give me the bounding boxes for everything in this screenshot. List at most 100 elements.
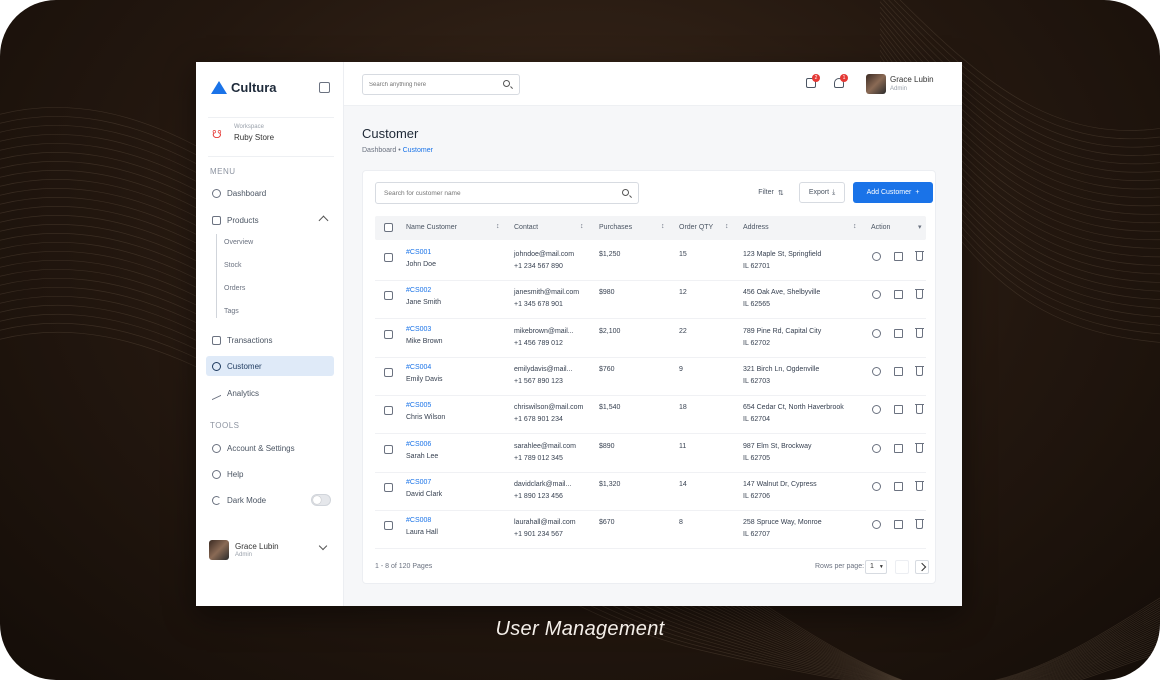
- submenu-line: [216, 234, 217, 318]
- column-menu-icon[interactable]: ▾: [918, 223, 922, 231]
- rows-per-page-label: Rows per page:: [815, 563, 865, 570]
- customer-id[interactable]: #CS007: [406, 477, 431, 488]
- view-icon[interactable]: [872, 366, 881, 376]
- filter-button[interactable]: Filter ⇅: [751, 182, 791, 203]
- customer-id[interactable]: #CS001: [406, 247, 431, 258]
- view-icon[interactable]: [872, 290, 881, 300]
- sidebar-item-products[interactable]: Products: [206, 210, 334, 230]
- view-icon[interactable]: [872, 405, 881, 415]
- customer-id[interactable]: #CS006: [406, 439, 431, 450]
- delete-icon[interactable]: [915, 480, 924, 491]
- customer-name: John Doe: [406, 261, 436, 268]
- table-row[interactable]: #CS004 Emily Davis emilydavis@mail... +1 56…: [375, 358, 926, 396]
- prev-page-button[interactable]: [895, 560, 909, 574]
- delete-icon[interactable]: [915, 327, 924, 338]
- sidebar-collapse-button[interactable]: [319, 82, 330, 93]
- customer-purchases: $980: [599, 289, 615, 297]
- table-row[interactable]: #CS006 Sarah Lee sarahlee@mail.com +1 789 0…: [375, 435, 926, 473]
- view-icon[interactable]: [872, 520, 881, 530]
- sort-icon[interactable]: ↕: [725, 223, 729, 230]
- column-header-name[interactable]: Name Customer: [406, 224, 457, 231]
- customer-id[interactable]: #CS003: [406, 324, 431, 335]
- next-page-button[interactable]: [915, 560, 929, 574]
- sort-icon[interactable]: ↕: [853, 223, 857, 230]
- customer-search-input[interactable]: [384, 187, 614, 200]
- app-logo[interactable]: Cultura: [211, 80, 277, 95]
- global-search[interactable]: [362, 74, 520, 95]
- row-checkbox[interactable]: [384, 367, 393, 377]
- submenu-item-tags[interactable]: Tags: [224, 308, 239, 315]
- sidebar-user-menu[interactable]: Grace Lubin Admin: [209, 540, 334, 562]
- export-button[interactable]: Export ⤓: [799, 182, 845, 203]
- customer-table-card: Filter ⇅ Export ⤓ Add Customer + Name Cu…: [362, 170, 936, 584]
- table-row[interactable]: #CS007 David Clark davidclark@mail... +1 89…: [375, 473, 926, 511]
- view-icon[interactable]: [872, 481, 881, 491]
- table-row[interactable]: #CS008 Laura Hall laurahall@mail.com +1 901…: [375, 511, 926, 550]
- delete-icon[interactable]: [915, 251, 924, 261]
- submenu-item-overview[interactable]: Overview: [224, 239, 253, 246]
- customer-id[interactable]: #CS008: [406, 515, 431, 526]
- sidebar-item-help[interactable]: Help: [206, 464, 334, 484]
- submenu-item-stock[interactable]: Stock: [224, 262, 242, 269]
- table-row[interactable]: #CS001 John Doe johndoe@mail.com +1 234 567…: [375, 243, 926, 281]
- select-all-checkbox[interactable]: [384, 223, 393, 232]
- edit-icon[interactable]: [894, 366, 903, 376]
- row-checkbox[interactable]: [384, 444, 393, 454]
- customer-email: emilydavis@mail...: [514, 365, 573, 373]
- edit-icon[interactable]: [894, 520, 903, 530]
- customer-address-line2: IL 62704: [743, 416, 770, 424]
- delete-icon[interactable]: [915, 289, 924, 300]
- row-checkbox[interactable]: [384, 521, 393, 531]
- notification-icon[interactable]: 2: [806, 74, 820, 88]
- customer-address: 987 Elm St, Brockway: [743, 442, 812, 450]
- edit-icon[interactable]: [894, 405, 903, 415]
- customer-id[interactable]: #CS002: [406, 285, 431, 296]
- edit-icon[interactable]: [894, 328, 903, 338]
- column-header-order-qty[interactable]: Order QTY: [679, 224, 713, 231]
- edit-icon[interactable]: [894, 290, 903, 300]
- submenu-item-orders[interactable]: Orders: [224, 285, 245, 292]
- user-name: Grace Lubin: [235, 542, 279, 551]
- sidebar-item-analytics[interactable]: Analytics: [206, 383, 334, 403]
- customer-id[interactable]: #CS004: [406, 362, 431, 373]
- global-search-input[interactable]: [369, 78, 499, 92]
- delete-icon[interactable]: [915, 519, 924, 530]
- row-checkbox[interactable]: [384, 406, 393, 416]
- table-row[interactable]: #CS005 Chris Wilson chriswilson@mail.com +1…: [375, 396, 926, 435]
- edit-icon[interactable]: [894, 481, 903, 491]
- sidebar-item-dashboard[interactable]: Dashboard: [206, 183, 334, 203]
- dark-mode-toggle[interactable]: [311, 494, 331, 506]
- table-row[interactable]: #CS002 Jane Smith janesmith@mail.com +1 345…: [375, 281, 926, 320]
- page-select[interactable]: 1 ▼: [865, 560, 887, 574]
- sidebar-item-settings[interactable]: Account & Settings: [206, 438, 334, 458]
- table-row[interactable]: #CS003 Mike Brown mikebrown@mail... +1 456 …: [375, 320, 926, 358]
- sort-icon[interactable]: ↕: [661, 223, 665, 230]
- edit-icon[interactable]: [894, 252, 903, 261]
- row-checkbox[interactable]: [384, 253, 393, 262]
- column-header-contact[interactable]: Contact: [514, 224, 538, 231]
- customer-search[interactable]: [375, 182, 639, 204]
- bell-icon[interactable]: 1: [834, 74, 848, 88]
- breadcrumb-root[interactable]: Dashboard: [362, 147, 396, 154]
- view-icon[interactable]: [872, 252, 881, 261]
- column-header-address[interactable]: Address: [743, 224, 769, 231]
- row-checkbox[interactable]: [384, 482, 393, 492]
- customer-id[interactable]: #CS005: [406, 400, 431, 411]
- column-header-purchases[interactable]: Purchases: [599, 224, 632, 231]
- sort-icon[interactable]: ↕: [496, 223, 500, 230]
- view-icon[interactable]: [872, 443, 881, 453]
- search-icon[interactable]: [503, 80, 510, 87]
- edit-icon[interactable]: [894, 443, 903, 453]
- sort-icon[interactable]: ↕: [580, 223, 584, 230]
- sidebar-item-customer[interactable]: Customer: [206, 356, 334, 376]
- row-checkbox[interactable]: [384, 291, 393, 301]
- search-icon[interactable]: [622, 189, 629, 196]
- view-icon[interactable]: [872, 328, 881, 338]
- delete-icon[interactable]: [915, 442, 924, 453]
- delete-icon[interactable]: [915, 404, 924, 415]
- add-customer-button[interactable]: Add Customer +: [853, 182, 933, 203]
- delete-icon[interactable]: [915, 365, 924, 376]
- sidebar-item-transactions[interactable]: Transactions: [206, 330, 334, 350]
- customer-address: 789 Pine Rd, Capital City: [743, 327, 822, 335]
- row-checkbox[interactable]: [384, 329, 393, 339]
